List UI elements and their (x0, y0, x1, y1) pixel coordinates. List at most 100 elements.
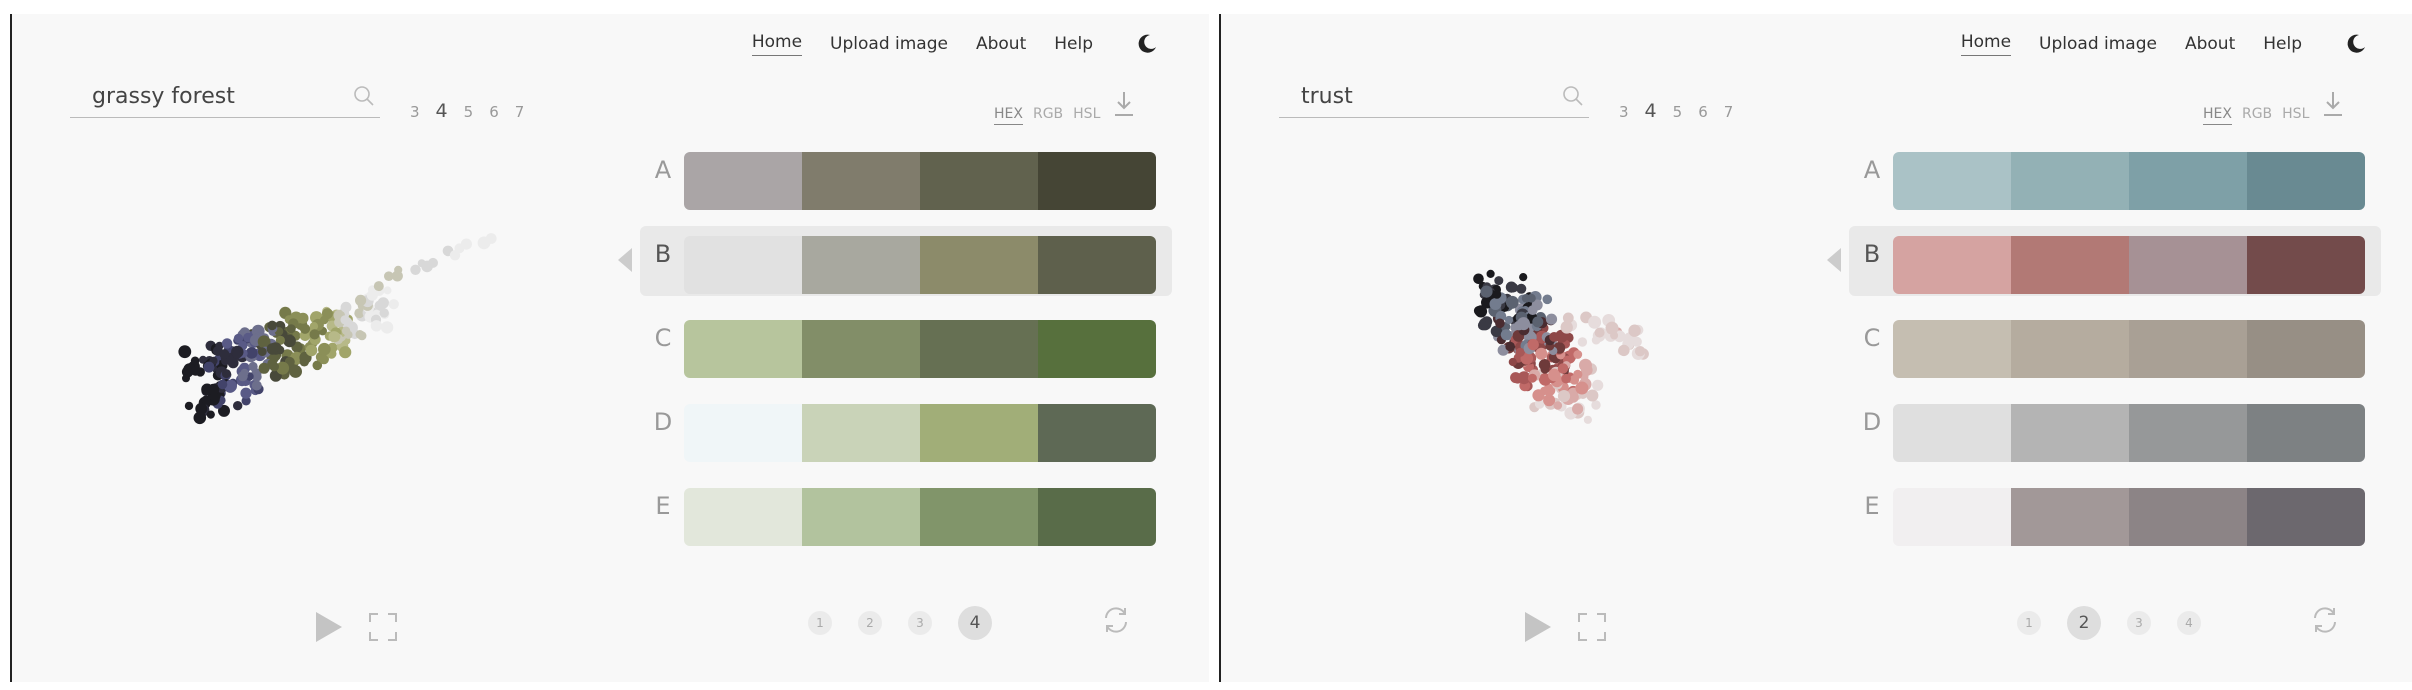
page-button-1[interactable]: 1 (808, 611, 832, 635)
color-swatch[interactable] (2129, 320, 2247, 378)
play-icon[interactable] (1525, 612, 1551, 642)
page-button-4[interactable]: 4 (958, 606, 992, 640)
color-swatch[interactable] (1038, 152, 1156, 210)
nav-upload-link[interactable]: Upload image (2039, 34, 2157, 54)
page-button-1[interactable]: 1 (2017, 611, 2041, 635)
nav-home-link[interactable]: Home (1960, 32, 2012, 56)
count-option-4[interactable]: 4 (436, 100, 448, 122)
color-swatch[interactable] (684, 152, 802, 210)
palette-panel-left: Home Upload image About Help 3 4 5 6 7 H… (10, 14, 1209, 682)
palette-row-e[interactable]: E (640, 478, 1176, 552)
color-swatch[interactable] (684, 236, 802, 294)
format-rgb[interactable]: RGB (2242, 106, 2272, 125)
color-swatch[interactable] (802, 320, 920, 378)
color-swatch[interactable] (920, 152, 1038, 210)
nav-home-link[interactable]: Home (751, 32, 803, 56)
count-option-6[interactable]: 6 (1698, 103, 1708, 121)
nav-about-link[interactable]: About (2185, 34, 2235, 54)
color-swatch[interactable] (2011, 320, 2129, 378)
color-swatch[interactable] (1893, 236, 2011, 294)
color-swatch[interactable] (2247, 488, 2365, 546)
count-option-3[interactable]: 3 (410, 103, 420, 121)
search-icon[interactable] (352, 84, 376, 108)
palette-row-label: E (655, 492, 671, 520)
download-icon[interactable] (1112, 90, 1136, 118)
page-button-3[interactable]: 3 (2127, 611, 2151, 635)
color-swatch[interactable] (802, 152, 920, 210)
page-button-4[interactable]: 4 (2177, 611, 2201, 635)
color-swatch[interactable] (1038, 404, 1156, 462)
format-hex[interactable]: HEX (2203, 106, 2232, 125)
count-option-3[interactable]: 3 (1619, 103, 1629, 121)
palette-row-e[interactable]: E (1849, 478, 2385, 552)
color-swatch[interactable] (1893, 152, 2011, 210)
color-swatch[interactable] (2247, 404, 2365, 462)
color-swatch[interactable] (920, 404, 1038, 462)
color-swatch[interactable] (2129, 236, 2247, 294)
scatter-dot (1573, 350, 1583, 359)
palette-row-c[interactable]: C (1849, 310, 2385, 384)
page-button-3[interactable]: 3 (908, 611, 932, 635)
color-swatch[interactable] (1038, 488, 1156, 546)
color-swatch[interactable] (802, 404, 920, 462)
palette-row-d[interactable]: D (640, 394, 1176, 468)
color-swatch[interactable] (920, 488, 1038, 546)
count-option-4[interactable]: 4 (1645, 100, 1657, 122)
color-swatch[interactable] (1038, 236, 1156, 294)
search-input[interactable] (1279, 78, 1549, 114)
count-option-7[interactable]: 7 (515, 103, 525, 121)
color-swatch[interactable] (1038, 320, 1156, 378)
nav-help-link[interactable]: Help (2263, 34, 2302, 54)
palette-row-b[interactable]: B (1827, 226, 2381, 296)
count-option-7[interactable]: 7 (1724, 103, 1734, 121)
format-rgb[interactable]: RGB (1033, 106, 1063, 125)
color-swatch[interactable] (2011, 488, 2129, 546)
color-swatch[interactable] (2011, 152, 2129, 210)
search-icon[interactable] (1561, 84, 1585, 108)
count-option-5[interactable]: 5 (464, 103, 474, 121)
format-hex[interactable]: HEX (994, 106, 1023, 125)
palette-row-d[interactable]: D (1849, 394, 2385, 468)
scatter-dot (394, 265, 403, 274)
format-hsl[interactable]: HSL (2282, 106, 2309, 125)
color-swatch[interactable] (2011, 404, 2129, 462)
color-swatch[interactable] (2129, 488, 2247, 546)
fullscreen-icon[interactable] (368, 612, 398, 642)
format-hsl[interactable]: HSL (1073, 106, 1100, 125)
moon-icon[interactable] (2344, 32, 2368, 56)
refresh-icon[interactable] (2309, 604, 2341, 636)
color-swatch[interactable] (2129, 404, 2247, 462)
color-swatch[interactable] (802, 236, 920, 294)
palette-row-b[interactable]: B (618, 226, 1172, 296)
color-swatch[interactable] (1893, 404, 2011, 462)
color-swatch[interactable] (2247, 236, 2365, 294)
count-option-5[interactable]: 5 (1673, 103, 1683, 121)
color-swatch[interactable] (2011, 236, 2129, 294)
refresh-icon[interactable] (1100, 604, 1132, 636)
color-swatch[interactable] (684, 320, 802, 378)
moon-icon[interactable] (1135, 32, 1159, 56)
color-swatch[interactable] (1893, 320, 2011, 378)
color-swatch[interactable] (2129, 152, 2247, 210)
color-swatch[interactable] (920, 236, 1038, 294)
nav-help-link[interactable]: Help (1054, 34, 1093, 54)
color-swatch[interactable] (2247, 320, 2365, 378)
page-button-2[interactable]: 2 (2067, 606, 2101, 640)
count-option-6[interactable]: 6 (489, 103, 499, 121)
page-button-2[interactable]: 2 (858, 611, 882, 635)
search-input[interactable] (70, 78, 340, 114)
color-swatch[interactable] (802, 488, 920, 546)
nav-upload-link[interactable]: Upload image (830, 34, 948, 54)
palette-row-a[interactable]: A (640, 142, 1176, 216)
color-swatch[interactable] (684, 404, 802, 462)
fullscreen-icon[interactable] (1577, 612, 1607, 642)
play-icon[interactable] (316, 612, 342, 642)
download-icon[interactable] (2321, 90, 2345, 118)
color-swatch[interactable] (920, 320, 1038, 378)
color-swatch[interactable] (2247, 152, 2365, 210)
color-swatch[interactable] (1893, 488, 2011, 546)
nav-about-link[interactable]: About (976, 34, 1026, 54)
palette-row-c[interactable]: C (640, 310, 1176, 384)
color-swatch[interactable] (684, 488, 802, 546)
palette-row-a[interactable]: A (1849, 142, 2385, 216)
